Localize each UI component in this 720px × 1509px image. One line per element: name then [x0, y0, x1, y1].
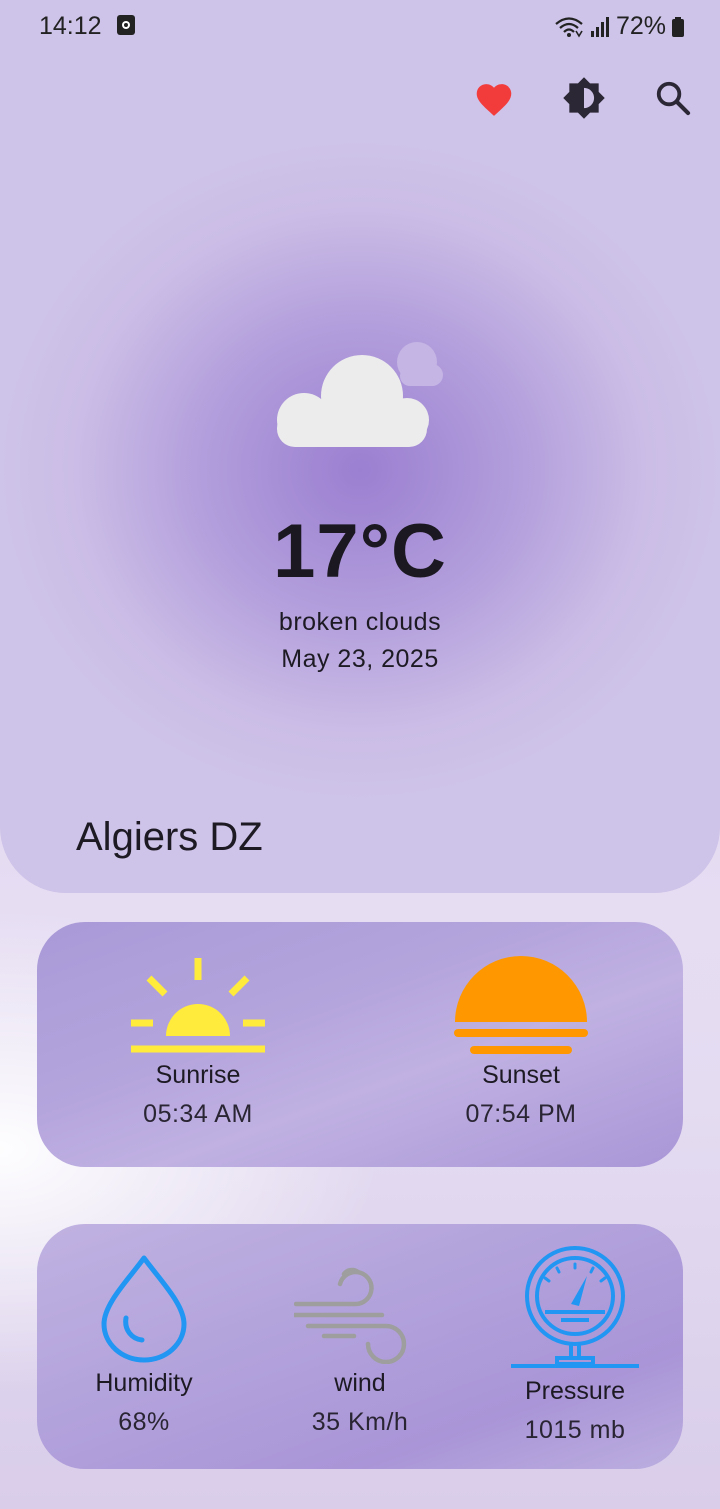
conditions-card: Humidity 68% wind 35 Km/h Pressure 1015 … — [37, 1224, 683, 1469]
humidity-drop-icon — [101, 1255, 187, 1363]
sunset-icon — [454, 956, 588, 1070]
sunrise-time: 05:34 AM — [143, 1100, 253, 1128]
search-button[interactable] — [651, 76, 695, 120]
app-notification-icon — [117, 15, 135, 35]
search-icon — [656, 81, 691, 116]
signal-icon — [590, 16, 609, 37]
battery-icon — [672, 16, 684, 37]
weather-date: May 23, 2025 — [281, 645, 439, 673]
sunrise-label: Sunrise — [155, 1061, 241, 1089]
wind-value: 35 Km/h — [311, 1408, 409, 1436]
wind-icon — [291, 1267, 407, 1365]
weather-description: broken clouds — [278, 608, 442, 636]
sunrise-icon — [131, 958, 265, 1053]
temperature: 17°C — [273, 509, 447, 594]
pressure-gauge-icon — [511, 1246, 639, 1368]
sunrise-stat: Sunrise 05:34 AM — [98, 956, 298, 1129]
pressure-label: Pressure — [524, 1377, 626, 1405]
heart-icon — [476, 84, 512, 116]
sunset-time: 07:54 PM — [465, 1100, 577, 1128]
status-time: 14:12 — [39, 12, 102, 40]
brightness-icon — [563, 77, 605, 119]
favorite-button[interactable] — [472, 76, 516, 120]
humidity-stat: Humidity 68% — [49, 1254, 239, 1437]
broken-clouds-icon — [277, 342, 443, 447]
wifi-icon — [555, 16, 583, 38]
wind-stat: wind 35 Km/h — [265, 1262, 455, 1437]
wind-label: wind — [334, 1369, 386, 1397]
status-bar: 14:12 72% — [0, 0, 720, 54]
pressure-value: 1015 mb — [524, 1416, 626, 1444]
sun-times-card: Sunrise 05:34 AM Sunset 07:54 PM — [37, 922, 683, 1167]
theme-toggle-button[interactable] — [562, 76, 606, 120]
pressure-stat: Pressure 1015 mb — [480, 1244, 670, 1445]
city-name: Algiers DZ — [76, 815, 263, 859]
weather-hero: 17°C broken clouds May 23, 2025 Algiers … — [0, 0, 720, 893]
sunset-label: Sunset — [482, 1061, 560, 1089]
humidity-value: 68% — [118, 1408, 170, 1436]
status-indicators: 72% — [554, 12, 684, 41]
humidity-label: Humidity — [95, 1369, 193, 1397]
sunset-stat: Sunset 07:54 PM — [421, 940, 621, 1129]
battery-percent: 72% — [615, 12, 666, 40]
